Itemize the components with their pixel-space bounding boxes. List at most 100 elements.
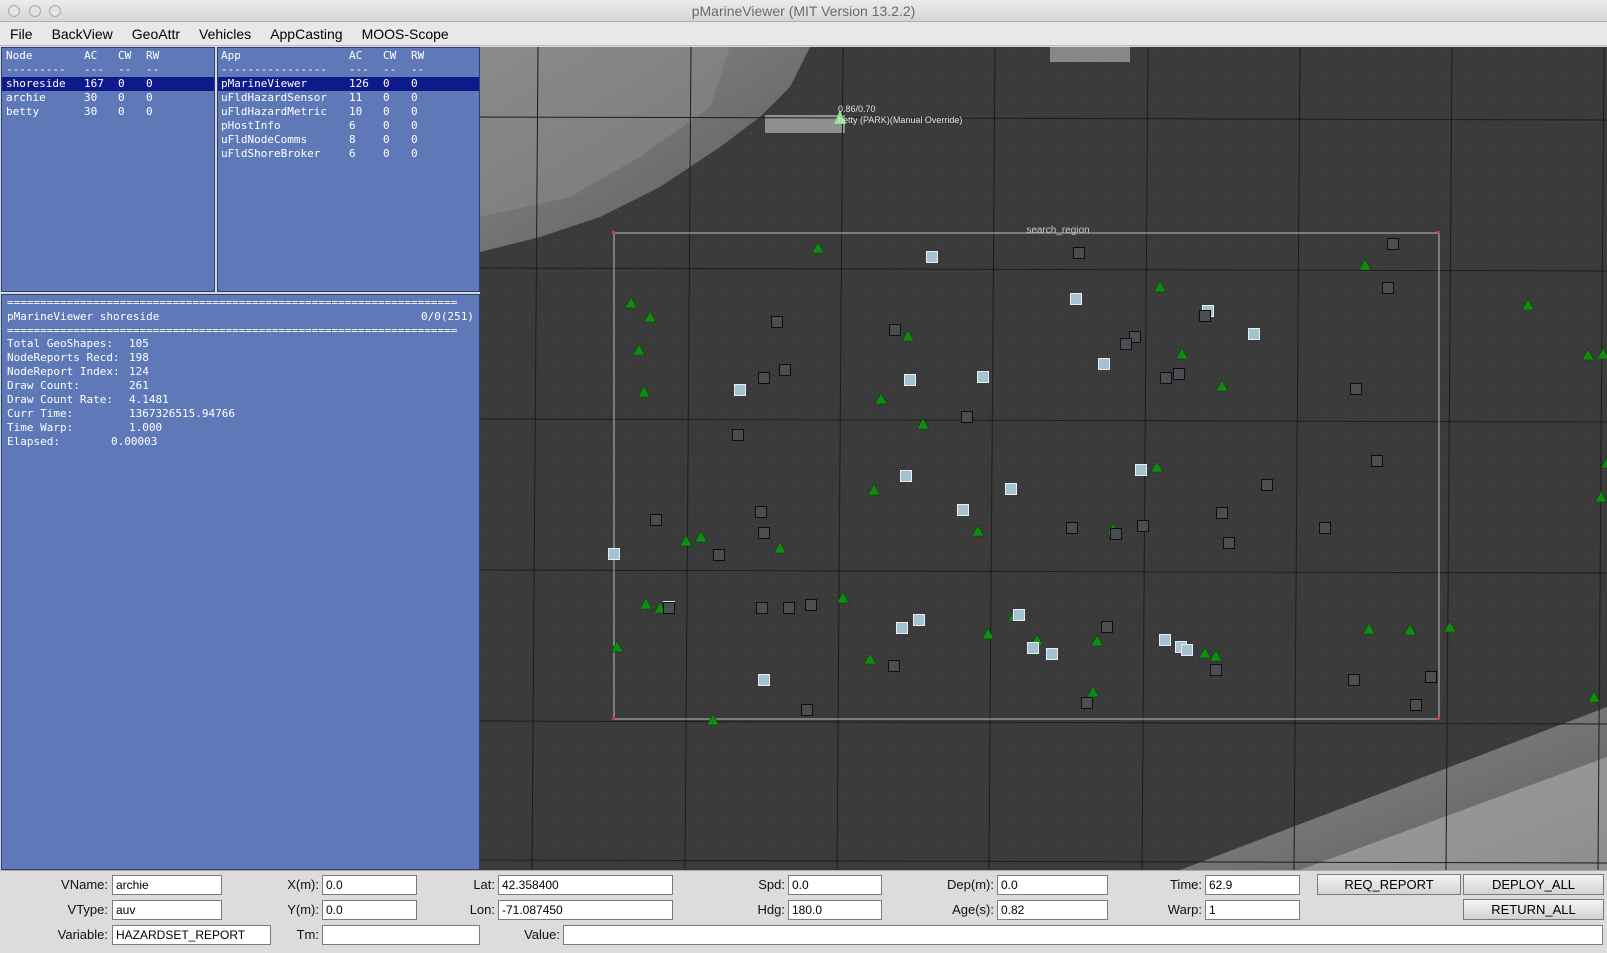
app-cw: 0 — [383, 133, 390, 146]
app-ac: 6 — [349, 147, 356, 160]
tm-field[interactable] — [322, 925, 480, 945]
app-list-header: App AC CW RW — [218, 49, 479, 63]
hdg-field[interactable] — [788, 900, 882, 920]
y-label: Y(m): — [287, 902, 319, 917]
hazard-square-icon — [1210, 664, 1222, 676]
menu-vehicles[interactable]: Vehicles — [199, 26, 251, 42]
app-row-phostinfo[interactable]: pHostInfo 6 0 0 — [218, 119, 479, 133]
app-rw: 0 — [411, 133, 418, 146]
hazard-square-icon — [1216, 507, 1228, 519]
hazard-square-icon — [1371, 455, 1383, 467]
value-label: Value: — [524, 927, 560, 942]
y-field[interactable] — [322, 900, 417, 920]
appcast-key: Draw Count Rate: — [7, 393, 113, 406]
lon-field[interactable] — [498, 900, 673, 920]
node-list-separator: --------- --- -- -- — [2, 63, 214, 77]
req-report-button[interactable]: REQ_REPORT — [1317, 874, 1461, 895]
vtype-field[interactable] — [112, 900, 222, 920]
hazard-square-icon — [1248, 328, 1260, 340]
menu-appcasting[interactable]: AppCasting — [270, 26, 342, 42]
time-field[interactable] — [1205, 875, 1300, 895]
map-canvas[interactable]: search_region 0.86/0.70 betty (PARK)(Man… — [480, 47, 1607, 870]
hazard-square-icon — [1159, 634, 1171, 646]
hazard-square-icon — [805, 599, 817, 611]
hazard-square-icon — [758, 372, 770, 384]
col-node: Node — [6, 49, 33, 62]
app-name: uFldHazardMetric — [221, 105, 327, 118]
hazard-square-icon — [1066, 522, 1078, 534]
time-label: Time: — [1169, 877, 1202, 892]
node-list-header: Node AC CW RW — [2, 49, 214, 63]
separator: -- — [118, 63, 132, 76]
hazard-square-icon — [1101, 621, 1113, 633]
menu-moos-scope[interactable]: MOOS-Scope — [362, 26, 449, 42]
app-rw: 0 — [411, 91, 418, 104]
hazard-square-icon — [801, 704, 813, 716]
deploy-all-button[interactable]: DEPLOY_ALL — [1463, 874, 1604, 895]
lat-field[interactable] — [498, 875, 673, 895]
hazard-square-icon — [1173, 368, 1185, 380]
node-rw: 0 — [146, 105, 153, 118]
return-all-button[interactable]: RETURN_ALL — [1463, 899, 1604, 920]
spd-label: Spd: — [758, 877, 785, 892]
hazard-square-icon — [663, 602, 675, 614]
node-name: betty — [6, 105, 40, 118]
app-row-pmarineviewer[interactable]: pMarineViewer 126 0 0 — [218, 77, 479, 91]
hazard-square-icon — [1199, 310, 1211, 322]
hazard-square-icon — [1013, 609, 1025, 621]
col-rw: RW — [146, 49, 160, 62]
appcast-value: 4.1481 — [129, 393, 169, 406]
app-cw: 0 — [383, 147, 390, 160]
hazard-square-icon — [756, 602, 768, 614]
appcast-value: 124 — [129, 365, 149, 378]
region-vertex — [1437, 231, 1440, 234]
separator: -- — [411, 63, 425, 76]
app-ac: 8 — [349, 133, 356, 146]
separator: -- — [383, 63, 397, 76]
app-row-ufldshorebroker[interactable]: uFldShoreBroker 6 0 0 — [218, 147, 479, 161]
value-field[interactable] — [563, 925, 1603, 945]
node-row-shoreside[interactable]: shoreside 167 0 0 — [2, 77, 214, 91]
pier-north — [1050, 47, 1130, 62]
hazard-square-icon — [771, 316, 783, 328]
col-cw: CW — [118, 49, 132, 62]
hazard-square-icon — [779, 364, 791, 376]
node-row-archie[interactable]: archie 30 0 0 — [2, 91, 214, 105]
menu-geoattr[interactable]: GeoAttr — [132, 26, 180, 42]
hazard-square-icon — [1348, 674, 1360, 686]
app-row-ufldnodecomms[interactable]: uFldNodeComms 8 0 0 — [218, 133, 479, 147]
app-row-ufldhazardsensor[interactable]: uFldHazardSensor 11 0 0 — [218, 91, 479, 105]
appcast-key: Total GeoShapes: — [7, 337, 113, 350]
search-region-label: search_region — [1026, 225, 1089, 236]
hazard-square-icon — [650, 514, 662, 526]
hazard-square-icon — [783, 602, 795, 614]
node-name: shoreside — [6, 77, 66, 90]
variable-label: Variable: — [57, 927, 108, 942]
spd-field[interactable] — [788, 875, 882, 895]
hazard-square-icon — [758, 527, 770, 539]
separator: --- — [349, 63, 369, 76]
depth-field[interactable] — [997, 875, 1108, 895]
app-row-ufldhazardmetric[interactable]: uFldHazardMetric 10 0 0 — [218, 105, 479, 119]
age-field[interactable] — [997, 900, 1108, 920]
vname-field[interactable] — [112, 875, 222, 895]
app-name: uFldHazardSensor — [221, 91, 327, 104]
x-field[interactable] — [322, 875, 417, 895]
node-row-betty[interactable]: betty 30 0 0 — [2, 105, 214, 119]
map-view[interactable]: search_region 0.86/0.70 betty (PARK)(Man… — [480, 47, 1607, 870]
app-cw: 0 — [383, 119, 390, 132]
hazard-square-icon — [1261, 479, 1273, 491]
separator: ---------------- — [221, 63, 327, 76]
node-name: archie — [6, 91, 46, 104]
window-title: pMarineViewer (MIT Version 13.2.2) — [691, 3, 916, 19]
hazard-square-icon — [608, 548, 620, 560]
app-ac: 126 — [349, 77, 369, 90]
menu-file[interactable]: File — [10, 26, 33, 42]
appcast-key: Curr Time: — [7, 407, 74, 420]
hazard-square-icon — [957, 504, 969, 516]
warp-field[interactable] — [1205, 900, 1300, 920]
app-ac: 11 — [349, 91, 363, 104]
menu-backview[interactable]: BackView — [52, 26, 113, 42]
variable-field[interactable] — [112, 925, 271, 945]
appcast-key: NodeReport Index: — [7, 365, 120, 378]
